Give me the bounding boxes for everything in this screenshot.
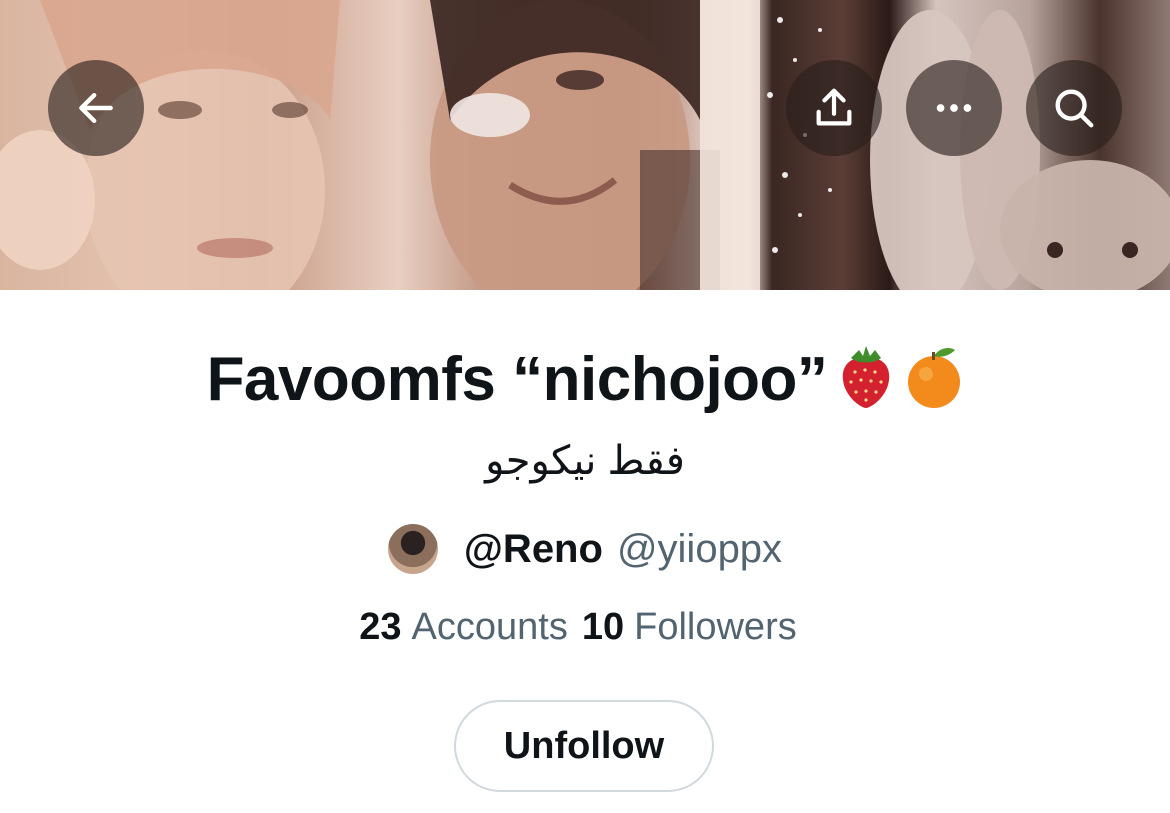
list-title-text: Favoomfs “nichojoo” (206, 345, 828, 414)
list-title: Favoomfs “nichojoo” (0, 344, 1170, 415)
banner-photo (0, 0, 1170, 290)
share-upload-icon (816, 88, 852, 126)
owner-handle[interactable]: @yiioppx (617, 527, 782, 572)
list-description: فقط نيكوجو (485, 439, 685, 483)
followers-label: Followers (634, 606, 797, 648)
more-horizontal-icon (936, 104, 972, 112)
more-options-button[interactable] (906, 60, 1002, 156)
owner-avatar[interactable] (387, 524, 438, 574)
share-button[interactable] (786, 60, 882, 156)
followers-stat[interactable]: 10 Followers (582, 606, 811, 648)
orange-emoji-icon (905, 344, 963, 408)
search-icon (1055, 89, 1094, 128)
owner-display-name[interactable]: @Reno (464, 527, 603, 572)
unfollow-button[interactable]: Unfollow (454, 700, 714, 792)
list-owner[interactable]: @Reno @yiioppx (0, 524, 1170, 574)
accounts-stat[interactable]: 23 Accounts (359, 606, 582, 648)
back-button[interactable] (48, 60, 144, 156)
list-stats: 23 Accounts 10 Followers (0, 606, 1170, 649)
search-button[interactable] (1026, 60, 1122, 156)
list-profile-page: Favoomfs “nichojoo” فقط نيكوجو @Reno @yi… (0, 0, 1170, 813)
strawberry-emoji-icon (837, 344, 895, 408)
accounts-label: Accounts (411, 606, 568, 648)
accounts-count: 23 (359, 606, 402, 648)
arrow-left-icon (79, 92, 113, 124)
followers-count: 10 (581, 606, 625, 648)
list-banner-image (0, 0, 1170, 290)
